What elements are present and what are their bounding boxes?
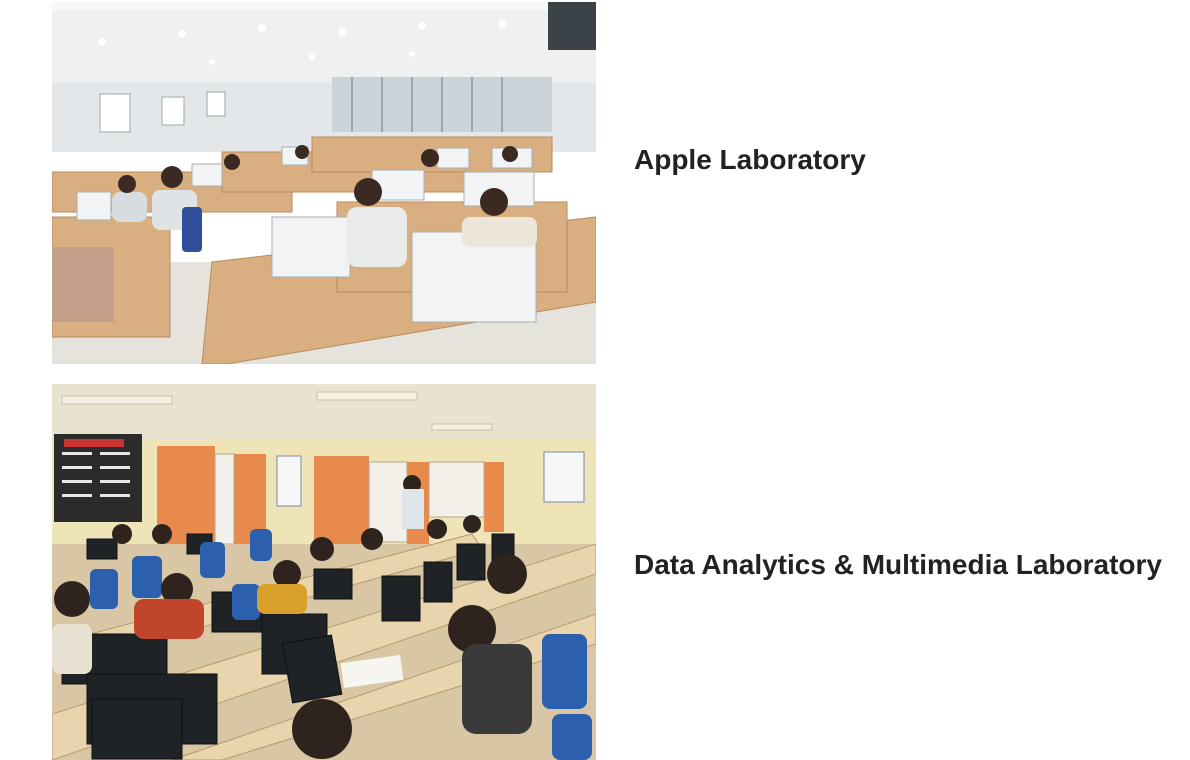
apple-lab-photo	[52, 2, 596, 364]
data-analytics-lab-title: Data Analytics & Multimedia Laboratory	[634, 549, 1162, 580]
lab-gallery: Apple Laboratory Data Analytics & Multim…	[0, 0, 1190, 760]
apple-lab-title: Apple Laboratory	[634, 144, 866, 175]
data-analytics-lab-photo	[52, 384, 596, 760]
